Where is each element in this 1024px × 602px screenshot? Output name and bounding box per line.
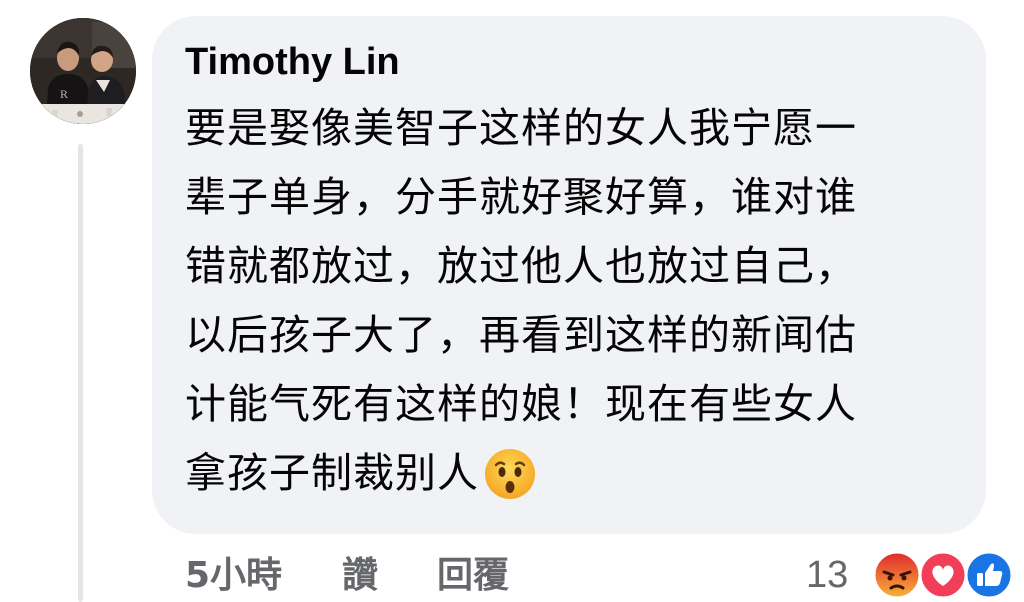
comment-timestamp[interactable]: 5小時 — [185, 550, 282, 602]
reply-button[interactable]: 回覆 — [437, 550, 509, 602]
comment-text-line: 辈子单身，分手就好聚好算，谁对谁 — [185, 173, 857, 221]
comment-author[interactable]: Timothy Lin — [185, 36, 400, 88]
angry-reaction-icon — [872, 550, 922, 600]
avatar[interactable]: R — [30, 18, 136, 124]
reply-thread-line — [78, 144, 83, 602]
like-button[interactable]: 讚 — [342, 550, 378, 602]
avatar-photo: R — [30, 18, 136, 124]
comment-screen: R Timothy Lin 要是娶像美智子这样的女人我宁愿一 辈子单身，分手就好… — [0, 0, 1024, 602]
comment-text-line-last: 拿孩子制裁别人 — [185, 439, 975, 508]
comment-text-line: 以后孩子大了，再看到这样的新闻估 — [185, 311, 857, 359]
comment-text: 要是娶像美智子这样的女人我宁愿一 辈子单身，分手就好聚好算，谁对谁 错就都放过，… — [185, 94, 975, 508]
svg-text:R: R — [60, 87, 68, 101]
reaction-count: 13 — [806, 554, 849, 596]
like-reaction-icon — [964, 550, 1014, 600]
comment-text-line: 错就都放过，放过他人也放过自己， — [185, 242, 857, 290]
hushed-face-emoji — [483, 447, 537, 522]
comment-text-line: 要是娶像美智子这样的女人我宁愿一 — [185, 104, 857, 152]
comment-text-line: 拿孩子制裁别人 — [185, 449, 479, 497]
comment-text-line: 计能气死有这样的娘！现在有些女人 — [185, 380, 857, 428]
love-reaction-icon — [918, 550, 968, 600]
